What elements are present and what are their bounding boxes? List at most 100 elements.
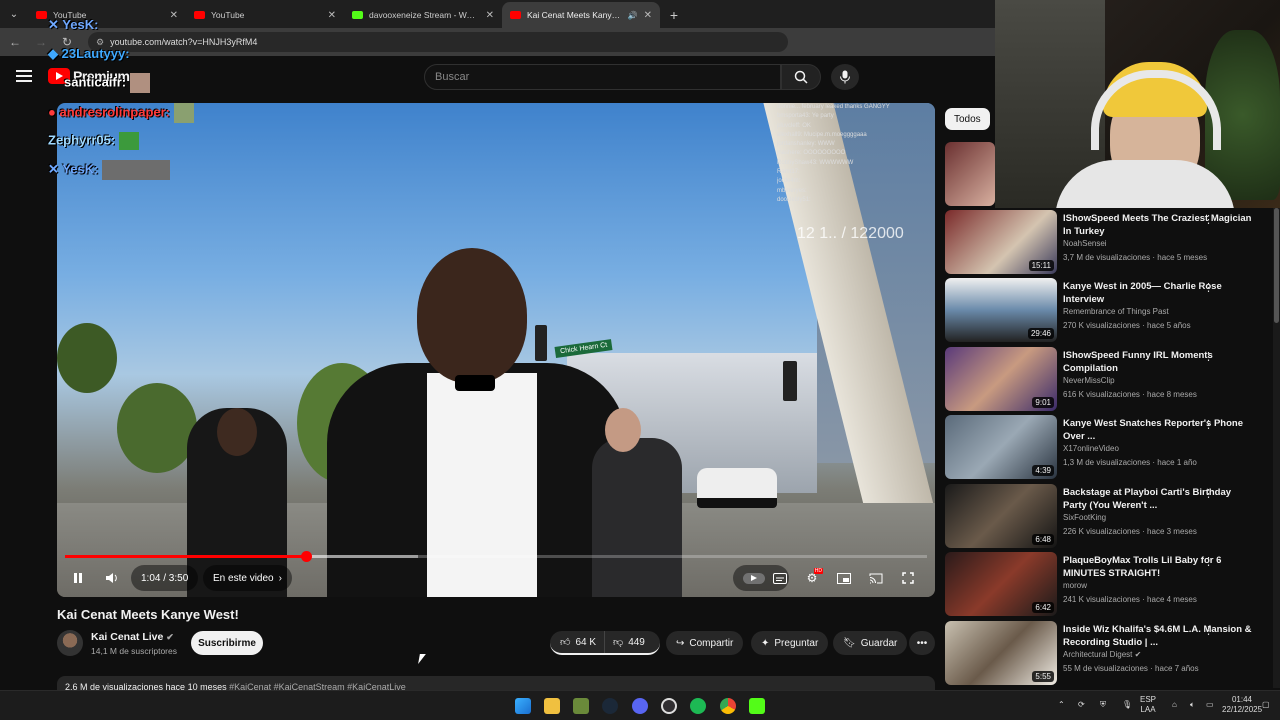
shield-icon[interactable]: ⛨ [1100, 700, 1106, 710]
subtitles-button[interactable] [767, 565, 793, 591]
stream-goal-counter: 12 1.. / 122000 [797, 225, 904, 242]
recommended-video[interactable]: 29:46 Kanye West in 2005— Charlie Rose I… [945, 278, 1273, 342]
filter-chip-all[interactable]: Todos [945, 108, 990, 130]
discord-icon[interactable] [632, 698, 648, 714]
network-app-icon[interactable]: ⟳ [1078, 700, 1085, 710]
channel-name-text: Kai Cenat Live [91, 631, 164, 643]
scrollbar-thumb[interactable] [1274, 208, 1279, 323]
windows-start-icon[interactable] [515, 698, 531, 714]
video-thumbnail[interactable]: 4:39 [945, 415, 1057, 479]
obs-icon[interactable] [661, 698, 677, 714]
recommended-title[interactable]: Kanye West Snatches Reporter's Phone Ove… [1063, 417, 1253, 443]
pause-button[interactable] [65, 565, 91, 591]
overlay-chat-user: Zephyrr05: [48, 132, 116, 148]
recommended-channel[interactable]: morow [1063, 581, 1087, 590]
more-vertical-icon[interactable]: ⋮ [1203, 555, 1214, 568]
wifi-icon[interactable]: ⌂ [1172, 700, 1177, 710]
recommended-channel[interactable]: Remembrance of Things Past [1063, 307, 1169, 316]
recommended-video[interactable]: 9:01 IShowSpeed Funny IRL Moments Compil… [945, 347, 1273, 411]
search-input[interactable]: Buscar [424, 64, 781, 90]
ask-button[interactable]: ✦ Preguntar [751, 631, 829, 655]
recommended-channel[interactable]: X17onlineVideo [1063, 444, 1119, 453]
clock[interactable]: 01:44 22/12/2025 [1222, 695, 1262, 715]
more-actions-button[interactable]: ••• [909, 631, 935, 655]
new-tab-button[interactable]: + [660, 2, 688, 28]
more-vertical-icon[interactable]: ⋮ [1203, 487, 1214, 500]
hamburger-menu-icon[interactable] [16, 70, 32, 82]
tab-current-video[interactable]: Kai Cenat Meets Kanye We 🔊 ✕ [502, 2, 660, 28]
settings-button[interactable]: ⚙ HD [799, 565, 825, 591]
spotify-icon[interactable] [690, 698, 706, 714]
time-text: 1:04 / 3:50 [141, 572, 189, 584]
sidebar-partial-thumbnail[interactable] [945, 142, 995, 206]
channel-name[interactable]: Kai Cenat Live ✔ [91, 631, 174, 643]
more-vertical-icon[interactable]: ⋮ [1203, 350, 1214, 363]
close-icon[interactable]: ✕ [328, 10, 336, 21]
app-icon[interactable] [573, 698, 589, 714]
video-thumbnail[interactable]: 6:48 [945, 484, 1057, 548]
video-player[interactable]: Chick Hearn Ct donnie... february leaked… [57, 103, 935, 597]
tab-search-button[interactable]: ⌄ [0, 0, 28, 28]
recommended-title[interactable]: IShowSpeed Funny IRL Moments Compilation [1063, 349, 1253, 375]
close-icon[interactable]: ✕ [170, 10, 178, 21]
notification-icon[interactable]: ▢ [1262, 700, 1270, 710]
subscribe-button[interactable]: Suscribirme [191, 631, 263, 655]
video-thumbnail[interactable]: 5:55 [945, 621, 1057, 685]
close-icon[interactable]: ✕ [644, 10, 652, 21]
recommended-video[interactable]: 4:39 Kanye West Snatches Reporter's Phon… [945, 415, 1273, 479]
chrome-icon[interactable] [720, 698, 736, 714]
chapter-button[interactable]: En este video › [203, 565, 292, 591]
speaker-icon[interactable]: 🔊 [628, 11, 638, 20]
recommended-channel[interactable]: NoahSensei [1063, 239, 1107, 248]
page-scrollbar[interactable] [1273, 208, 1280, 688]
more-vertical-icon[interactable]: ⋮ [1203, 281, 1214, 294]
steam-icon[interactable] [602, 698, 618, 714]
tab-youtube-2[interactable]: YouTube ✕ [186, 2, 344, 28]
share-button[interactable]: ↪ Compartir [666, 631, 744, 655]
tab-kick-stream[interactable]: davooxeneize Stream - Watch L ✕ [344, 2, 502, 28]
video-thumbnail[interactable]: 29:46 [945, 278, 1057, 342]
search-button[interactable] [781, 64, 821, 90]
kick-app-icon[interactable] [749, 698, 765, 714]
more-vertical-icon[interactable]: ⋮ [1203, 418, 1214, 431]
video-thumbnail[interactable]: 15:11 [945, 210, 1057, 274]
fullscreen-button[interactable] [895, 565, 921, 591]
video-thumbnail[interactable]: 9:01 [945, 347, 1057, 411]
recommended-title[interactable]: PlaqueBoyMax Trolls Lil Baby for 6 MINUT… [1063, 554, 1253, 580]
video-thumbnail[interactable]: 6:42 [945, 552, 1057, 616]
recommended-video[interactable]: 6:42 PlaqueBoyMax Trolls Lil Baby for 6 … [945, 552, 1273, 616]
dislike-button[interactable]: 👎︎ 449 [605, 631, 653, 653]
file-explorer-icon[interactable] [544, 698, 560, 714]
microphone-tray-icon[interactable]: 🎙︎ [1122, 700, 1132, 710]
recommended-channel[interactable]: SixFootKing [1063, 513, 1106, 522]
close-icon[interactable]: ✕ [486, 10, 494, 21]
recommended-title[interactable]: IShowSpeed Meets The Craziest Magician I… [1063, 212, 1253, 238]
recommended-channel[interactable]: NeverMissClip [1063, 376, 1115, 385]
voice-search-button[interactable] [831, 64, 859, 90]
language-indicator[interactable]: ESP LAA [1140, 695, 1156, 715]
back-icon[interactable]: ← [4, 31, 26, 53]
save-button[interactable]: 🔖︎ Guardar [833, 631, 908, 655]
recommended-channel[interactable]: Architectural Digest ✔ [1063, 650, 1141, 659]
like-button[interactable]: 👍︎ 64 K [550, 631, 606, 653]
miniplayer-button[interactable] [831, 565, 857, 591]
show-hidden-icons[interactable]: ⌃ [1058, 700, 1065, 710]
cast-button[interactable] [863, 565, 889, 591]
channel-avatar[interactable] [57, 630, 83, 656]
recommended-title[interactable]: Inside Wiz Khalifa's $4.6M L.A. Mansion … [1063, 623, 1253, 649]
duration-badge: 29:46 [1027, 328, 1054, 339]
address-bar[interactable]: ⚙ youtube.com/watch?v=HNJH3yRfM4 [88, 32, 788, 52]
volume-button[interactable] [99, 565, 125, 591]
recommended-title[interactable]: Backstage at Playboi Carti's Birthday Pa… [1063, 486, 1253, 512]
speaker-tray-icon[interactable]: 🔈︎ [1190, 700, 1195, 710]
recommended-video[interactable]: 6:48 Backstage at Playboi Carti's Birthd… [945, 484, 1273, 548]
more-vertical-icon[interactable]: ⋮ [1203, 213, 1214, 226]
battery-icon[interactable]: ▭ [1206, 700, 1214, 710]
autoplay-toggle-icon[interactable] [743, 572, 765, 584]
progress-bar[interactable] [65, 551, 927, 562]
recommended-video[interactable]: 15:11 IShowSpeed Meets The Craziest Magi… [945, 210, 1273, 274]
tab-title: YouTube [211, 10, 245, 20]
more-vertical-icon[interactable]: ⋮ [1203, 624, 1214, 637]
recommended-title[interactable]: Kanye West in 2005— Charlie Rose Intervi… [1063, 280, 1253, 306]
recommended-video[interactable]: 5:55 Inside Wiz Khalifa's $4.6M L.A. Man… [945, 621, 1273, 685]
